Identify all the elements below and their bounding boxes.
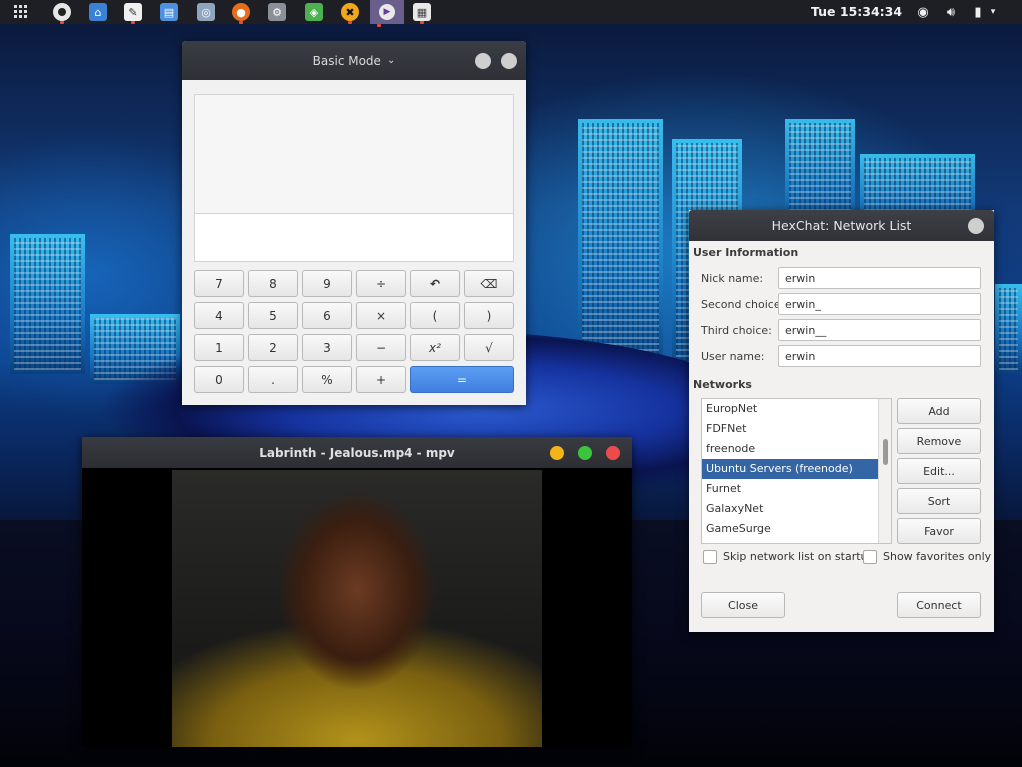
percent-button[interactable]: % — [302, 366, 352, 393]
skyscraper — [578, 119, 663, 379]
digit-4-button[interactable]: 4 — [194, 302, 244, 329]
chevron-down-icon[interactable]: ▾ — [985, 4, 1001, 20]
system-settings-icon[interactable]: ⚙ — [268, 3, 286, 21]
second-choice-field[interactable] — [778, 293, 981, 315]
video-frame[interactable] — [172, 470, 542, 747]
close-button[interactable] — [968, 218, 984, 234]
minimize-button[interactable] — [475, 53, 491, 69]
close-button[interactable]: Close — [701, 592, 785, 618]
files-icon[interactable]: ▤ — [160, 3, 178, 21]
skyscraper — [10, 234, 85, 374]
network-list[interactable]: EuropNet FDFNet freenode Ubuntu Servers … — [701, 398, 892, 544]
disk-icon[interactable]: ◎ — [197, 3, 215, 21]
digit-3-button[interactable]: 3 — [302, 334, 352, 361]
chevron-down-icon: ⌄ — [386, 55, 396, 66]
text-editor-icon[interactable]: ✎ — [124, 3, 142, 24]
remove-button[interactable]: Remove — [897, 428, 981, 454]
sort-button[interactable]: Sort — [897, 488, 981, 514]
close-button[interactable] — [606, 446, 620, 460]
apps-grid-icon[interactable] — [12, 3, 30, 21]
user-name-field[interactable] — [778, 345, 981, 367]
list-scrollbar[interactable] — [878, 399, 891, 543]
list-item[interactable]: freenode — [702, 439, 891, 459]
hexchat-icon[interactable]: ✖ — [341, 3, 359, 24]
panel-clock[interactable]: Tue 15:34:34 — [811, 4, 902, 19]
calculator-input[interactable] — [195, 214, 513, 261]
subtract-button[interactable]: − — [356, 334, 406, 361]
close-paren-button[interactable]: ) — [464, 302, 514, 329]
digit-2-button[interactable]: 2 — [248, 334, 298, 361]
digit-7-button[interactable]: 7 — [194, 270, 244, 297]
shield-icon[interactable]: ◈ — [305, 3, 323, 21]
list-item[interactable]: FDFNet — [702, 419, 891, 439]
battery-icon[interactable]: ▮ — [970, 4, 986, 20]
power-button[interactable]: x² — [410, 334, 460, 361]
third-choice-label: Third choice: — [701, 324, 772, 337]
volume-icon[interactable]: 🔊︎ — [943, 4, 959, 20]
calculator-icon[interactable]: ▦ — [413, 3, 431, 24]
top-panel: ⌂ ✎ ▤ ◎ ● ⚙ ◈ ✖ ▶ ▦ Tue 15:34:34 ◉ 🔊︎ ▮ … — [0, 0, 1022, 27]
window-title: HexChat: Network List — [771, 218, 912, 233]
show-favorites-checkbox[interactable] — [863, 550, 877, 564]
decimal-point-button[interactable]: . — [248, 366, 298, 393]
home-folder-icon[interactable]: ⌂ — [89, 3, 107, 21]
undo-button[interactable]: ↶ — [410, 270, 460, 297]
add-button[interactable]: Add — [897, 398, 981, 424]
nick-name-field[interactable] — [778, 267, 981, 289]
media-player-icon[interactable]: ▶ — [370, 0, 404, 27]
multiply-button[interactable]: × — [356, 302, 406, 329]
list-item-selected[interactable]: Ubuntu Servers (freenode) — [702, 459, 891, 479]
list-item[interactable]: EuropNet — [702, 399, 891, 419]
skip-network-list-label: Skip network list on startup — [723, 550, 875, 563]
networks-heading: Networks — [693, 378, 752, 391]
second-choice-label: Second choice: — [701, 298, 785, 311]
mode-selector[interactable]: Basic Mode ⌄ — [313, 54, 396, 68]
maximize-button[interactable] — [578, 446, 592, 460]
minimize-button[interactable] — [550, 446, 564, 460]
scrollbar-thumb[interactable] — [883, 439, 888, 465]
list-item[interactable]: GalaxyNet — [702, 499, 891, 519]
divide-button[interactable]: ÷ — [356, 270, 406, 297]
digit-0-button[interactable]: 0 — [194, 366, 244, 393]
user-information-heading: User Information — [693, 246, 799, 259]
screenshot-icon[interactable] — [53, 3, 71, 24]
firefox-icon[interactable]: ● — [232, 3, 250, 24]
connect-button[interactable]: Connect — [897, 592, 981, 618]
equals-button[interactable]: = — [410, 366, 514, 393]
skyscraper — [995, 284, 1022, 374]
digit-9-button[interactable]: 9 — [302, 270, 352, 297]
calculator-display[interactable] — [194, 94, 514, 262]
third-choice-field[interactable] — [778, 319, 981, 341]
nick-name-label: Nick name: — [701, 272, 764, 285]
show-favorites-label: Show favorites only — [883, 550, 992, 563]
list-item[interactable]: Furnet — [702, 479, 891, 499]
hexchat-network-list-window: HexChat: Network List User Information N… — [689, 210, 994, 632]
square-root-button[interactable]: √ — [464, 334, 514, 361]
digit-1-button[interactable]: 1 — [194, 334, 244, 361]
backspace-button[interactable]: ⌫ — [464, 270, 514, 297]
mpv-title: Labrinth - Jealous.mp4 - mpv — [259, 445, 455, 460]
mode-label: Basic Mode — [312, 53, 381, 68]
mpv-window: Labrinth - Jealous.mp4 - mpv — [82, 437, 632, 747]
list-item[interactable]: GameSurge — [702, 519, 891, 539]
network-icon[interactable]: ◉ — [915, 4, 931, 20]
digit-5-button[interactable]: 5 — [248, 302, 298, 329]
user-name-label: User name: — [701, 350, 765, 363]
add-button[interactable]: + — [356, 366, 406, 393]
edit-button[interactable]: Edit... — [897, 458, 981, 484]
digit-8-button[interactable]: 8 — [248, 270, 298, 297]
skip-network-list-checkbox[interactable] — [703, 550, 717, 564]
open-paren-button[interactable]: ( — [410, 302, 460, 329]
favor-button[interactable]: Favor — [897, 518, 981, 544]
hexchat-titlebar: HexChat: Network List — [689, 210, 994, 241]
close-button[interactable] — [501, 53, 517, 69]
calculator-window: Basic Mode ⌄ 7 8 9 ÷ ↶ ⌫ 4 5 6 × ( ) 1 2… — [182, 41, 526, 405]
digit-6-button[interactable]: 6 — [302, 302, 352, 329]
